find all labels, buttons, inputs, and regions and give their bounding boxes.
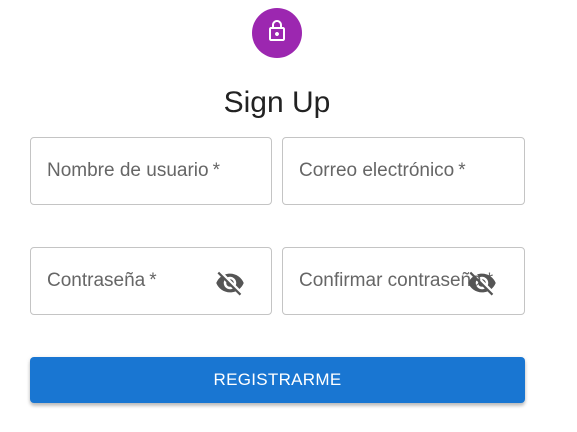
confirm-password-label-text: Confirmar contraseña bbox=[299, 270, 482, 291]
visibility-off-icon[interactable] bbox=[467, 268, 497, 298]
username-label: Nombre de usuario * bbox=[47, 160, 220, 182]
email-field[interactable]: Correo electrónico * bbox=[282, 137, 525, 205]
visibility-off-icon[interactable] bbox=[215, 268, 245, 298]
username-label-text: Nombre de usuario bbox=[47, 160, 209, 181]
avatar-lock bbox=[252, 8, 302, 58]
username-field[interactable]: Nombre de usuario * bbox=[30, 137, 272, 205]
password-label: Contraseña * bbox=[47, 270, 157, 292]
email-label: Correo electrónico * bbox=[299, 160, 466, 182]
lock-icon bbox=[265, 19, 289, 48]
email-label-text: Correo electrónico bbox=[299, 160, 455, 181]
page-title: Sign Up bbox=[223, 86, 331, 120]
required-marker: * bbox=[212, 160, 220, 181]
confirm-password-field[interactable]: Confirmar contraseña* bbox=[282, 247, 525, 315]
required-marker: * bbox=[458, 160, 466, 181]
confirm-password-label: Confirmar contraseña* bbox=[299, 270, 493, 292]
required-marker: * bbox=[149, 270, 157, 291]
register-button[interactable]: REGISTRARME bbox=[30, 357, 525, 403]
password-field[interactable]: Contraseña * bbox=[30, 247, 272, 315]
password-label-text: Contraseña bbox=[47, 270, 146, 291]
